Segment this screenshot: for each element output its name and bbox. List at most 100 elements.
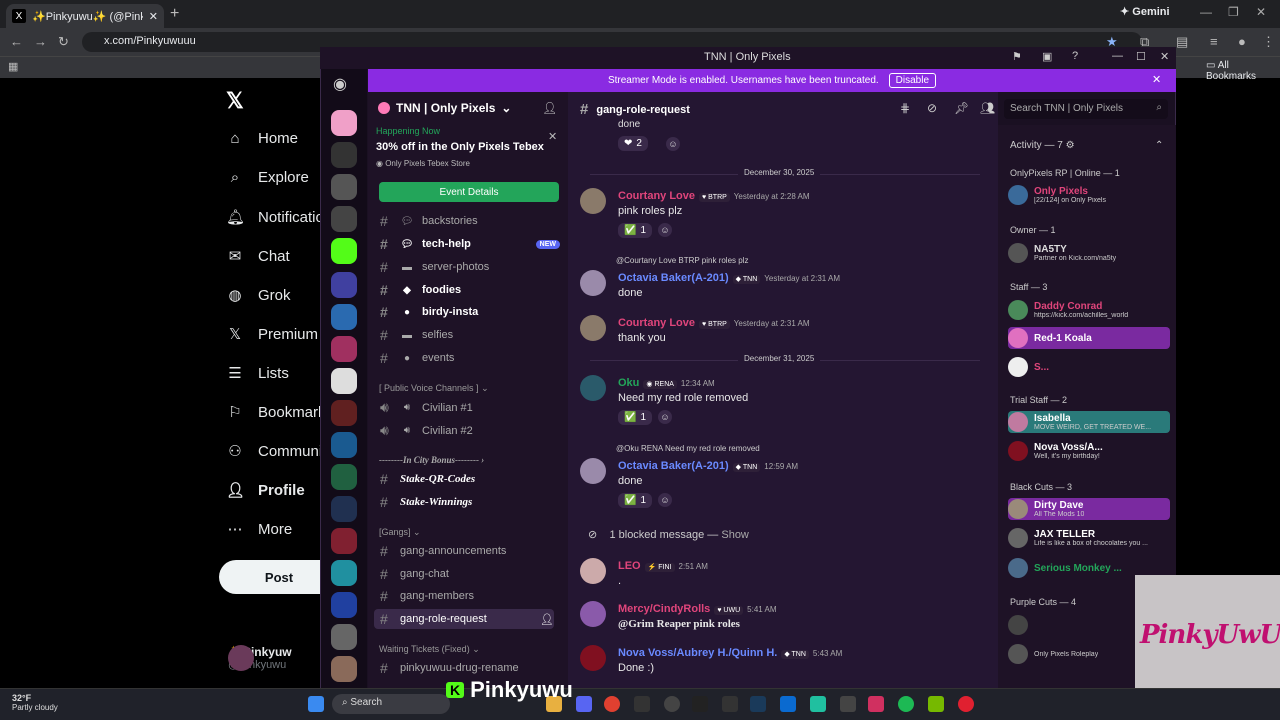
nav-premium[interactable]: 𝕏 Premium [226, 325, 318, 344]
app-icon[interactable] [634, 696, 650, 712]
nav-chat[interactable]: ✉ Chat [226, 247, 290, 266]
voice-channel[interactable]: 🔊︎ 🔊︎ Civilian #1 [380, 399, 560, 416]
add-reaction-icon[interactable]: ☺ [658, 223, 673, 237]
steam-icon[interactable] [750, 696, 766, 712]
chrome-icon[interactable] [604, 696, 620, 712]
nav-profile[interactable]: 👤︎ Profile [226, 481, 305, 500]
app-icon[interactable] [868, 696, 884, 712]
member-item[interactable]: Daddy Conrad https://kick.com/achilles_wo… [1008, 299, 1170, 321]
server-icon[interactable] [331, 174, 357, 200]
profile-icon[interactable]: ● [1238, 34, 1246, 49]
outlook-icon[interactable] [780, 696, 796, 712]
nvidia-icon[interactable] [928, 696, 944, 712]
discord-minimize-icon[interactable]: — [1112, 50, 1123, 62]
nav-explore[interactable]: ⌕ Explore [226, 169, 309, 186]
member-item[interactable]: Nova Voss/A... Well, it's my birthday! [1008, 440, 1170, 462]
close-tab-icon[interactable]: ✕ [149, 10, 158, 23]
threads-icon[interactable]: ⋕ [900, 101, 910, 115]
nav-home[interactable]: ⌂ Home [226, 130, 298, 147]
banner-close-icon[interactable]: ✕ [1152, 73, 1161, 86]
taskbar-search[interactable]: ⌕ Search [332, 694, 450, 714]
folder-icon[interactable] [331, 272, 357, 298]
channel-item[interactable]: # ● birdy-insta [380, 304, 560, 320]
restore-icon[interactable]: ❐ [1228, 5, 1239, 19]
forward-icon[interactable]: → [34, 34, 47, 49]
voice-channel[interactable]: 🔊︎ 🔊︎ Civilian #2 [380, 422, 560, 439]
disable-button[interactable]: Disable [888, 73, 937, 88]
collapse-icon[interactable]: ⌃ [1155, 140, 1163, 151]
nav-more[interactable]: ⋯ More [226, 520, 293, 539]
activity-header[interactable]: Activity — 7 ⚙ [1010, 140, 1075, 151]
server-icon[interactable] [331, 400, 357, 426]
category-waiting[interactable]: Waiting Tickets (Fixed) ⌄ [379, 644, 480, 655]
member-item[interactable]: Only Pixels [22/124] on Only Pixels [1008, 184, 1170, 206]
menu-icon[interactable]: ⋮ [1262, 34, 1275, 50]
event-details-button[interactable]: Event Details [379, 182, 559, 202]
member-item[interactable]: JAX TELLER Life is like a box of chocolat… [1008, 527, 1170, 549]
reload-icon[interactable]: ↻ [58, 34, 69, 50]
browser-tab[interactable]: X ✨Pinkyuwu✨ (@Pinkyuwuu... ✕ [6, 4, 164, 28]
invite-icon[interactable]: 👤︎ [542, 101, 557, 115]
discord-home-icon[interactable]: ◉ [333, 74, 347, 94]
server-icon[interactable] [331, 592, 357, 618]
channel-item[interactable]: # ◆ foodies [380, 282, 560, 298]
channel-item[interactable]: # pinkyuwuu-drug-rename [380, 660, 560, 676]
nav-grok[interactable]: ◍ Grok [226, 286, 290, 305]
reaction[interactable]: ✅ 1 [618, 223, 653, 238]
server-icon[interactable] [331, 624, 357, 650]
close-window-icon[interactable]: ✕ [1256, 5, 1266, 19]
obs-icon[interactable] [664, 696, 680, 712]
reaction[interactable]: ❤ 2 [618, 136, 648, 151]
member-item[interactable]: Dirty Dave All The Mods 10 [1008, 498, 1170, 520]
account-switcher[interactable]: ✨Pinkyuw @Pinkyuwu [228, 645, 292, 671]
server-icon[interactable] [331, 110, 357, 136]
minimize-icon[interactable]: — [1200, 5, 1212, 19]
server-icon[interactable] [331, 656, 357, 682]
members-icon[interactable]: 👥︎ [980, 101, 995, 115]
help-icon[interactable]: ? [1072, 50, 1078, 62]
add-reaction-icon[interactable]: ☺ [666, 137, 680, 151]
weather-widget[interactable]: 32°F Partly cloudy [12, 693, 58, 712]
server-header[interactable]: TNN | Only Pixels ⌄ [378, 101, 511, 115]
reaction[interactable]: ✅ 1 [618, 410, 653, 425]
server-icon[interactable] [331, 238, 357, 264]
reading-icon[interactable]: ≡ [1210, 34, 1218, 49]
channel-item[interactable]: # gang-announcements [380, 543, 560, 559]
member-item[interactable]: Red-1 Koala [1008, 327, 1170, 349]
member-item[interactable]: NA5TY Partner on Kick.com/na5ty [1008, 242, 1170, 264]
x-logo-icon[interactable]: 𝕏 [226, 88, 244, 114]
sidepanel-icon[interactable]: ▤ [1176, 34, 1188, 50]
channel-item-selected[interactable]: # gang-role-request 👤︎ [374, 609, 554, 629]
server-icon[interactable] [331, 528, 357, 554]
discord-maximize-icon[interactable]: ☐ [1136, 50, 1146, 63]
app-icon[interactable] [722, 696, 738, 712]
server-icon[interactable] [331, 142, 357, 168]
new-tab-icon[interactable]: + [170, 5, 179, 23]
notification-icon[interactable]: ⊘ [927, 101, 937, 115]
app-icon[interactable] [692, 696, 708, 712]
channel-item[interactable]: # gang-chat [380, 566, 560, 582]
inbox-icon[interactable]: ⚑ [1012, 50, 1022, 63]
discord-icon[interactable] [576, 696, 592, 712]
channel-item[interactable]: # ▬ server-photos [380, 259, 560, 275]
channel-item[interactable]: # Stake-QR-Codes [380, 471, 560, 487]
category-gangs[interactable]: [Gangs] ⌄ [379, 527, 421, 538]
add-reaction-icon[interactable]: ☺ [658, 493, 673, 507]
app-icon[interactable] [840, 696, 856, 712]
gemini-button[interactable]: ✦ Gemini [1120, 5, 1170, 18]
channel-item[interactable]: # ▬ selfies [380, 327, 560, 343]
server-icon[interactable] [331, 432, 357, 458]
show-link[interactable]: Show [721, 529, 749, 541]
channel-item[interactable]: # ● events [380, 350, 560, 366]
back-icon[interactable]: ← [10, 34, 23, 49]
pin-icon[interactable]: 📌︎ [954, 101, 969, 115]
add-reaction-icon[interactable]: ☺ [658, 410, 673, 424]
screen-icon[interactable]: ▣ [1042, 50, 1052, 63]
nav-lists[interactable]: ☰ Lists [226, 364, 289, 383]
member-item[interactable]: Isabella MOVE WEIRD, GET TREATED WE... [1008, 411, 1170, 433]
discord-close-icon[interactable]: ✕ [1160, 50, 1169, 63]
server-icon[interactable] [331, 464, 357, 490]
spotify-icon[interactable] [898, 696, 914, 712]
server-icon[interactable] [331, 368, 357, 394]
server-icon[interactable] [331, 560, 357, 586]
